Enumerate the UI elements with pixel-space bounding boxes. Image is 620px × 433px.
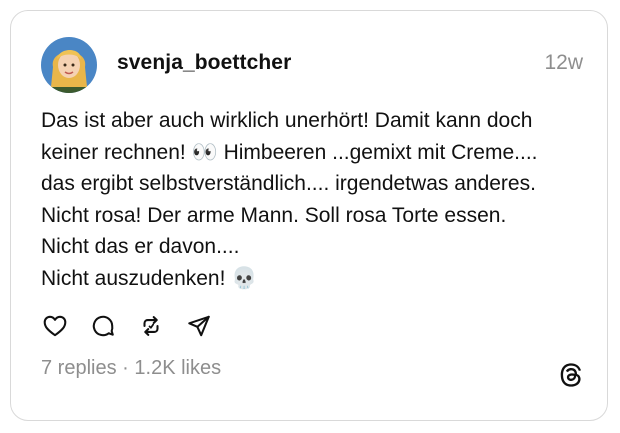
avatar[interactable] (41, 37, 97, 93)
comment-icon (92, 315, 114, 337)
share-button[interactable] (185, 312, 213, 340)
like-button[interactable] (41, 312, 69, 340)
reply-button[interactable] (89, 312, 117, 340)
likes-count[interactable]: 1.2K likes (134, 357, 221, 379)
username[interactable]: svenja_boettcher (117, 51, 291, 75)
post-text: Das ist aber auch wirklich unerhört! Dam… (41, 109, 538, 290)
post-timestamp[interactable]: 12w (544, 51, 583, 75)
heart-icon (43, 315, 67, 337)
send-icon (188, 315, 210, 337)
threads-logo-icon[interactable] (557, 361, 585, 389)
avatar-image (41, 37, 97, 93)
repost-icon (143, 316, 159, 336)
stats-separator: · (116, 357, 135, 379)
repost-button[interactable] (137, 312, 165, 340)
replies-count[interactable]: 7 replies (41, 357, 117, 379)
threads-logo-glyph (560, 363, 582, 387)
action-bar (41, 311, 233, 341)
post-card: svenja_boettcher 12w Das ist aber auch w… (10, 10, 608, 421)
engagement-stats: 7 replies · 1.2K likes (41, 357, 221, 380)
